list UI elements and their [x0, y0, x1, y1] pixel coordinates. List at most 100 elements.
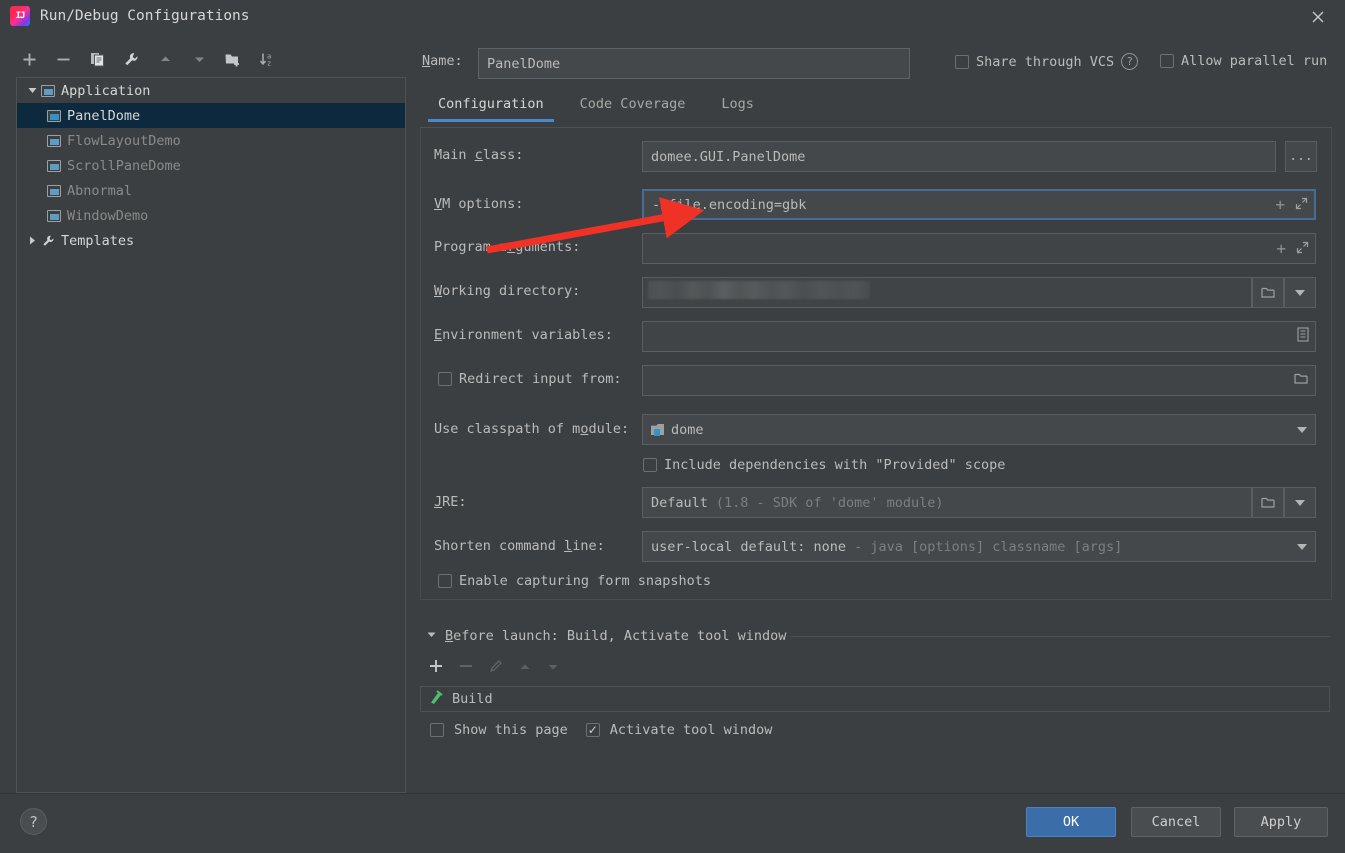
- cancel-button[interactable]: Cancel: [1131, 807, 1221, 837]
- use-classpath-field[interactable]: dome: [642, 414, 1316, 445]
- add-configuration-button[interactable]: [16, 46, 42, 72]
- move-up-button[interactable]: [152, 46, 178, 72]
- tree-item-scrollpanedome[interactable]: ScrollPaneDome: [17, 153, 405, 178]
- environment-variables-field[interactable]: [642, 321, 1316, 352]
- jre-value-hint: (1.8 - SDK of 'dome' module): [715, 494, 944, 511]
- activate-tool-window-checkbox[interactable]: [585, 723, 600, 737]
- main-class-field[interactable]: domee.GUI.PanelDome: [642, 141, 1276, 172]
- minus-icon: [460, 665, 472, 667]
- sort-alphabetically-button[interactable]: a z: [254, 46, 280, 72]
- show-this-page-checkbox[interactable]: [430, 723, 444, 737]
- move-down-button[interactable]: [186, 46, 212, 72]
- wrench-icon: [41, 234, 61, 248]
- add-task-button[interactable]: [428, 658, 444, 678]
- tree-item-windowdemo[interactable]: WindowDemo: [17, 203, 405, 228]
- ok-button[interactable]: OK: [1026, 807, 1116, 837]
- environment-variables-label: Environment variables:: [434, 327, 613, 343]
- tree-item-label: WindowDemo: [67, 207, 149, 224]
- allow-parallel-run-label: Allow parallel run: [1181, 53, 1328, 69]
- environment-variables-inline-icons: [1297, 322, 1309, 351]
- edit-templates-button[interactable]: [118, 46, 144, 72]
- enable-capturing-checkbox[interactable]: [438, 574, 452, 588]
- program-arguments-field[interactable]: +: [642, 233, 1316, 264]
- run-config-icon: [47, 184, 67, 197]
- help-button[interactable]: ?: [20, 808, 47, 835]
- arrow-down-icon: [194, 57, 204, 62]
- vm-options-field[interactable]: -Dfile.encoding=gbk +: [642, 189, 1316, 220]
- redirect-input-field[interactable]: [642, 365, 1316, 396]
- use-classpath-label: Use classpath of module:: [434, 421, 630, 437]
- move-task-down-button[interactable]: [546, 659, 560, 678]
- triangle-down-icon[interactable]: [23, 85, 41, 96]
- tab-configuration[interactable]: Configuration: [420, 92, 562, 122]
- new-folder-button[interactable]: [220, 46, 246, 72]
- jre-dropdown-button[interactable]: [1284, 487, 1316, 518]
- move-task-up-button[interactable]: [518, 659, 532, 678]
- chevron-down-icon[interactable]: [1297, 426, 1307, 433]
- working-directory-redaction: [648, 281, 870, 299]
- jre-field[interactable]: Default (1.8 - SDK of 'dome' module): [642, 487, 1252, 518]
- tree-item-abnormal[interactable]: Abnormal: [17, 178, 405, 203]
- chevron-down-icon[interactable]: [1297, 543, 1307, 550]
- program-arguments-inline-icons: +: [1276, 234, 1309, 263]
- footer-divider: [0, 793, 1345, 794]
- redirect-input-checkbox[interactable]: [438, 372, 452, 386]
- before-launch-task-row[interactable]: Build: [420, 686, 1330, 712]
- working-directory-dropdown-button[interactable]: [1284, 277, 1316, 308]
- plus-icon[interactable]: +: [1275, 196, 1285, 213]
- name-input[interactable]: [478, 48, 910, 79]
- list-edit-icon[interactable]: [1297, 327, 1309, 346]
- tree-item-flowlayoutdemo[interactable]: FlowLayoutDemo: [17, 128, 405, 153]
- plus-icon[interactable]: +: [1276, 240, 1286, 257]
- close-icon[interactable]: [1303, 4, 1333, 30]
- tab-code-coverage[interactable]: Code Coverage: [562, 92, 704, 122]
- main-class-value: domee.GUI.PanelDome: [651, 148, 806, 165]
- application-group-icon: [41, 84, 61, 97]
- before-launch-header[interactable]: Before launch: Build, Activate tool wind…: [426, 628, 786, 644]
- allow-parallel-run-checkbox[interactable]: [1160, 54, 1174, 68]
- tree-item-label: Abnormal: [67, 182, 133, 199]
- activate-tool-window-label: Activate tool window: [609, 722, 773, 738]
- jre-browse-button[interactable]: [1252, 487, 1284, 518]
- apply-button[interactable]: Apply: [1234, 807, 1328, 837]
- minus-icon: [57, 58, 69, 60]
- include-provided-checkbox[interactable]: [643, 458, 657, 472]
- tab-logs[interactable]: Logs: [703, 92, 772, 122]
- before-launch-title: Before launch: Build, Activate tool wind…: [445, 628, 787, 644]
- include-provided-row: Include dependencies with "Provided" sco…: [643, 457, 1005, 473]
- before-launch-options: Show this page Activate tool window: [430, 722, 772, 738]
- triangle-right-icon[interactable]: [23, 235, 41, 246]
- vm-options-value: -Dfile.encoding=gbk: [652, 196, 807, 213]
- expand-icon[interactable]: [1295, 197, 1308, 213]
- arrow-down-icon: [548, 664, 558, 669]
- pencil-icon: [490, 660, 502, 672]
- shorten-command-line-hint: - java [options] classname [args]: [854, 538, 1123, 555]
- tree-item-application[interactable]: Application: [17, 78, 405, 103]
- tree-item-paneldome[interactable]: PanelDome: [17, 103, 405, 128]
- folder-icon[interactable]: [1294, 372, 1309, 389]
- expand-icon[interactable]: [1296, 241, 1309, 257]
- svg-text:z: z: [267, 59, 271, 67]
- triangle-down-icon[interactable]: [426, 628, 437, 644]
- tree-item-label: Templates: [61, 232, 135, 249]
- show-this-page-label: Show this page: [454, 722, 568, 738]
- working-directory-browse-button[interactable]: [1252, 277, 1284, 308]
- before-launch-task-label: Build: [452, 691, 493, 707]
- remove-task-button[interactable]: [458, 658, 474, 678]
- help-icon[interactable]: ?: [1121, 53, 1139, 70]
- working-directory-label: Working directory:: [434, 283, 581, 299]
- cancel-button-label: Cancel: [1151, 814, 1201, 830]
- remove-configuration-button[interactable]: [50, 46, 76, 72]
- redirect-input-inline-icons: [1294, 366, 1309, 395]
- shorten-command-line-field[interactable]: user-local default: none - java [options…: [642, 531, 1316, 562]
- tree-item-templates[interactable]: Templates: [17, 228, 405, 253]
- copy-configuration-button[interactable]: [84, 46, 110, 72]
- share-through-vcs-checkbox[interactable]: [955, 54, 969, 69]
- name-label-rest: ame:: [430, 53, 463, 69]
- edit-task-button[interactable]: [488, 658, 504, 678]
- main-class-browse-button[interactable]: ...: [1285, 141, 1317, 172]
- enable-capturing-label: Enable capturing form snapshots: [459, 573, 711, 589]
- title-bar: Run/Debug Configurations: [0, 0, 1345, 32]
- tab-label: Code Coverage: [579, 96, 686, 112]
- wrench-icon: [124, 52, 137, 65]
